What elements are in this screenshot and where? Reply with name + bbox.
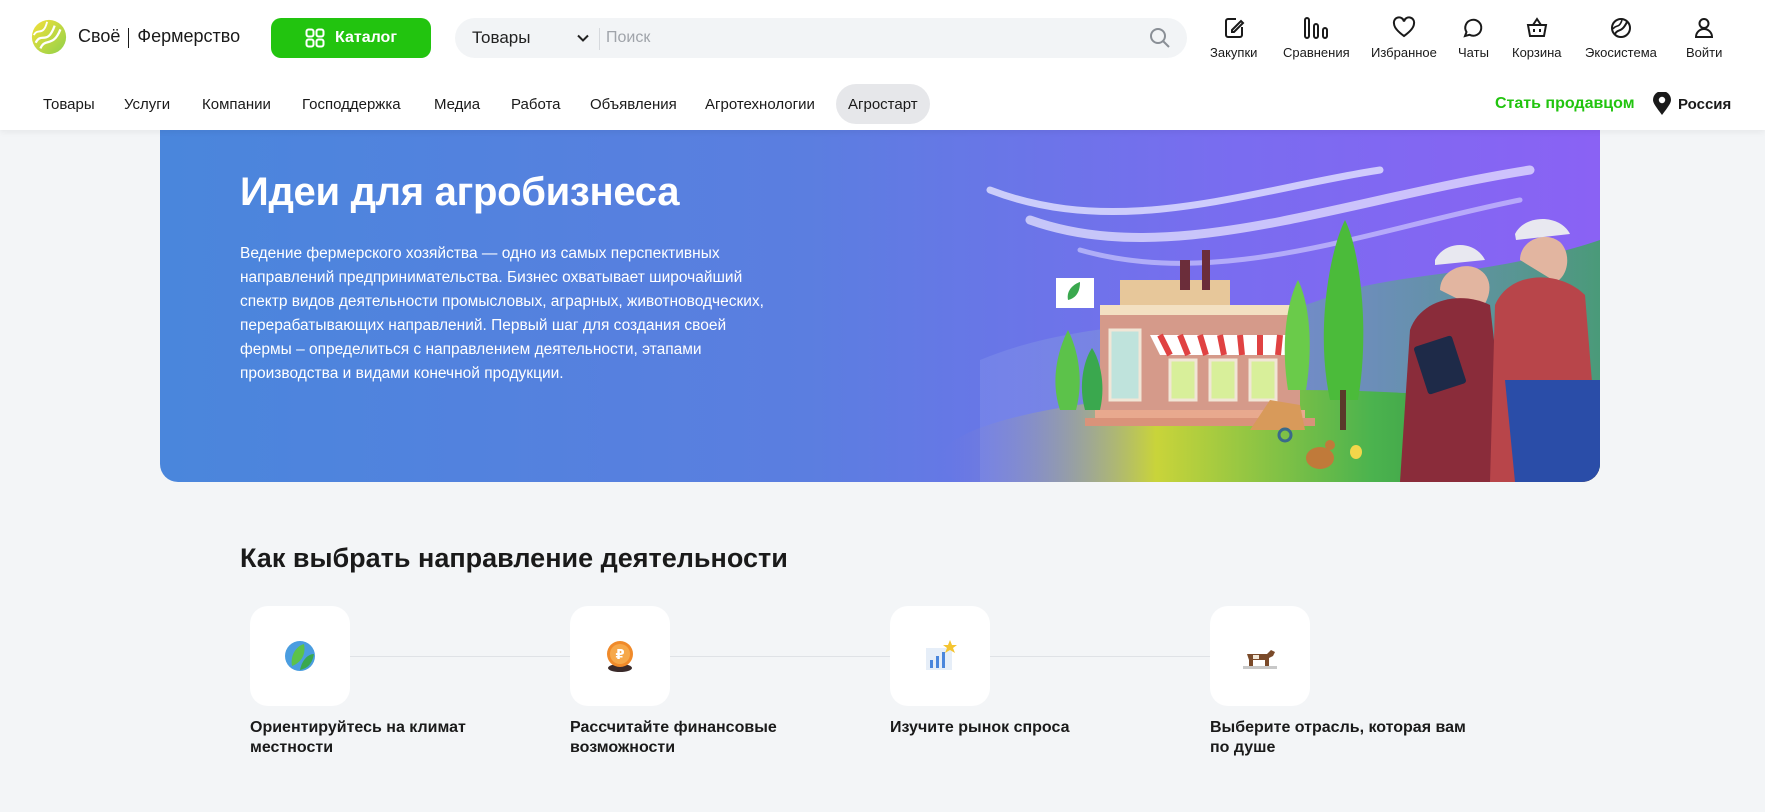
search-category-select[interactable]: Товары xyxy=(472,18,530,58)
catalog-label: Каталог xyxy=(335,29,397,46)
search-divider xyxy=(599,28,600,50)
catalog-button[interactable]: Каталог xyxy=(271,18,431,58)
login-button[interactable]: Войти xyxy=(1686,16,1722,60)
search-category-value: Товары xyxy=(472,28,531,47)
step-card-climate[interactable] xyxy=(250,606,350,706)
nav-item-services[interactable]: Услуги xyxy=(124,84,170,124)
cart-label: Корзина xyxy=(1512,45,1562,60)
steps-connector-line xyxy=(300,656,1300,657)
svg-text:₽: ₽ xyxy=(615,648,624,663)
nav-item-gov-support[interactable]: Господдержка xyxy=(302,84,401,124)
step-label-market: Изучите рынок спроса xyxy=(890,719,1070,736)
chart-star-icon xyxy=(926,640,957,670)
favorites-label: Избранное xyxy=(1371,45,1437,60)
region-selector[interactable]: Россия xyxy=(1652,84,1731,124)
search-bar: Товары xyxy=(455,18,1187,58)
purchases-button[interactable]: Закупки xyxy=(1210,16,1257,60)
search-icon[interactable] xyxy=(1149,27,1171,49)
nav-item-agrotech[interactable]: Агротехнологии xyxy=(705,84,815,124)
nav-item-media[interactable]: Медиа xyxy=(434,84,480,124)
ecosystem-icon xyxy=(1610,18,1631,38)
site-header: СвоёФермерство Каталог Товары Закупки xyxy=(0,0,1765,130)
user-icon xyxy=(1695,18,1714,38)
edit-document-icon xyxy=(1224,18,1245,38)
nav-item-goods[interactable]: Товары xyxy=(43,84,95,124)
compare-label: Сравнения xyxy=(1283,45,1350,60)
heart-icon xyxy=(1392,16,1415,38)
chat-bubble-icon xyxy=(1463,18,1483,38)
step-label-climate: Ориентируйтесь на климат местности xyxy=(250,719,466,756)
ruble-coin-icon: ₽ xyxy=(607,641,633,672)
step-card-market[interactable] xyxy=(890,606,990,706)
hero-title: Идеи для агробизнеса xyxy=(240,170,680,214)
grid-icon xyxy=(305,28,325,48)
cow-icon xyxy=(1243,650,1277,669)
step-label-finance: Рассчитайте финансовые возможности xyxy=(570,719,777,756)
search-input[interactable] xyxy=(606,24,1126,52)
globe-leaf-icon xyxy=(285,641,315,671)
logo-text: Своё Фермерство xyxy=(78,26,241,48)
cart-button[interactable]: Корзина xyxy=(1512,16,1562,60)
basket-icon xyxy=(1526,17,1547,37)
favorites-button[interactable]: Избранное xyxy=(1371,16,1437,60)
logo-mark-icon xyxy=(31,19,67,55)
nav-item-companies[interactable]: Компании xyxy=(202,84,271,124)
ecosystem-button[interactable]: Экосистема xyxy=(1585,16,1657,60)
nav-item-ads[interactable]: Объявления xyxy=(590,84,677,124)
chevron-down-icon[interactable] xyxy=(575,30,591,46)
hero-banner: Идеи для агробизнеса Ведение фермерского… xyxy=(160,130,1600,482)
become-seller-link[interactable]: Стать продавцом xyxy=(1495,84,1635,124)
compare-button[interactable]: Сравнения xyxy=(1283,16,1350,60)
step-label-industry: Выберите отрасль, которая вам по душе xyxy=(1210,719,1466,756)
nav-item-jobs[interactable]: Работа xyxy=(511,84,561,124)
chats-button[interactable]: Чаты xyxy=(1458,16,1489,60)
farm-illustration xyxy=(940,165,1600,482)
step-card-industry[interactable] xyxy=(1210,606,1310,706)
ecosystem-label: Экосистема xyxy=(1585,45,1657,60)
step-card-finance[interactable]: ₽ xyxy=(570,606,670,706)
nav-item-agrostart[interactable]: Агростарт xyxy=(836,84,930,124)
compare-bars-icon xyxy=(1304,17,1329,39)
chats-label: Чаты xyxy=(1458,45,1489,60)
purchases-label: Закупки xyxy=(1210,45,1258,60)
region-label: Россия xyxy=(1678,95,1732,113)
hero-text: Ведение фермерского хозяйства — одно из … xyxy=(240,245,764,382)
login-label: Войти xyxy=(1686,45,1723,60)
logo[interactable]: Своё Фермерство xyxy=(30,18,240,56)
section-title: Как выбрать направление деятельности xyxy=(240,543,788,573)
location-pin-icon xyxy=(1653,92,1671,115)
